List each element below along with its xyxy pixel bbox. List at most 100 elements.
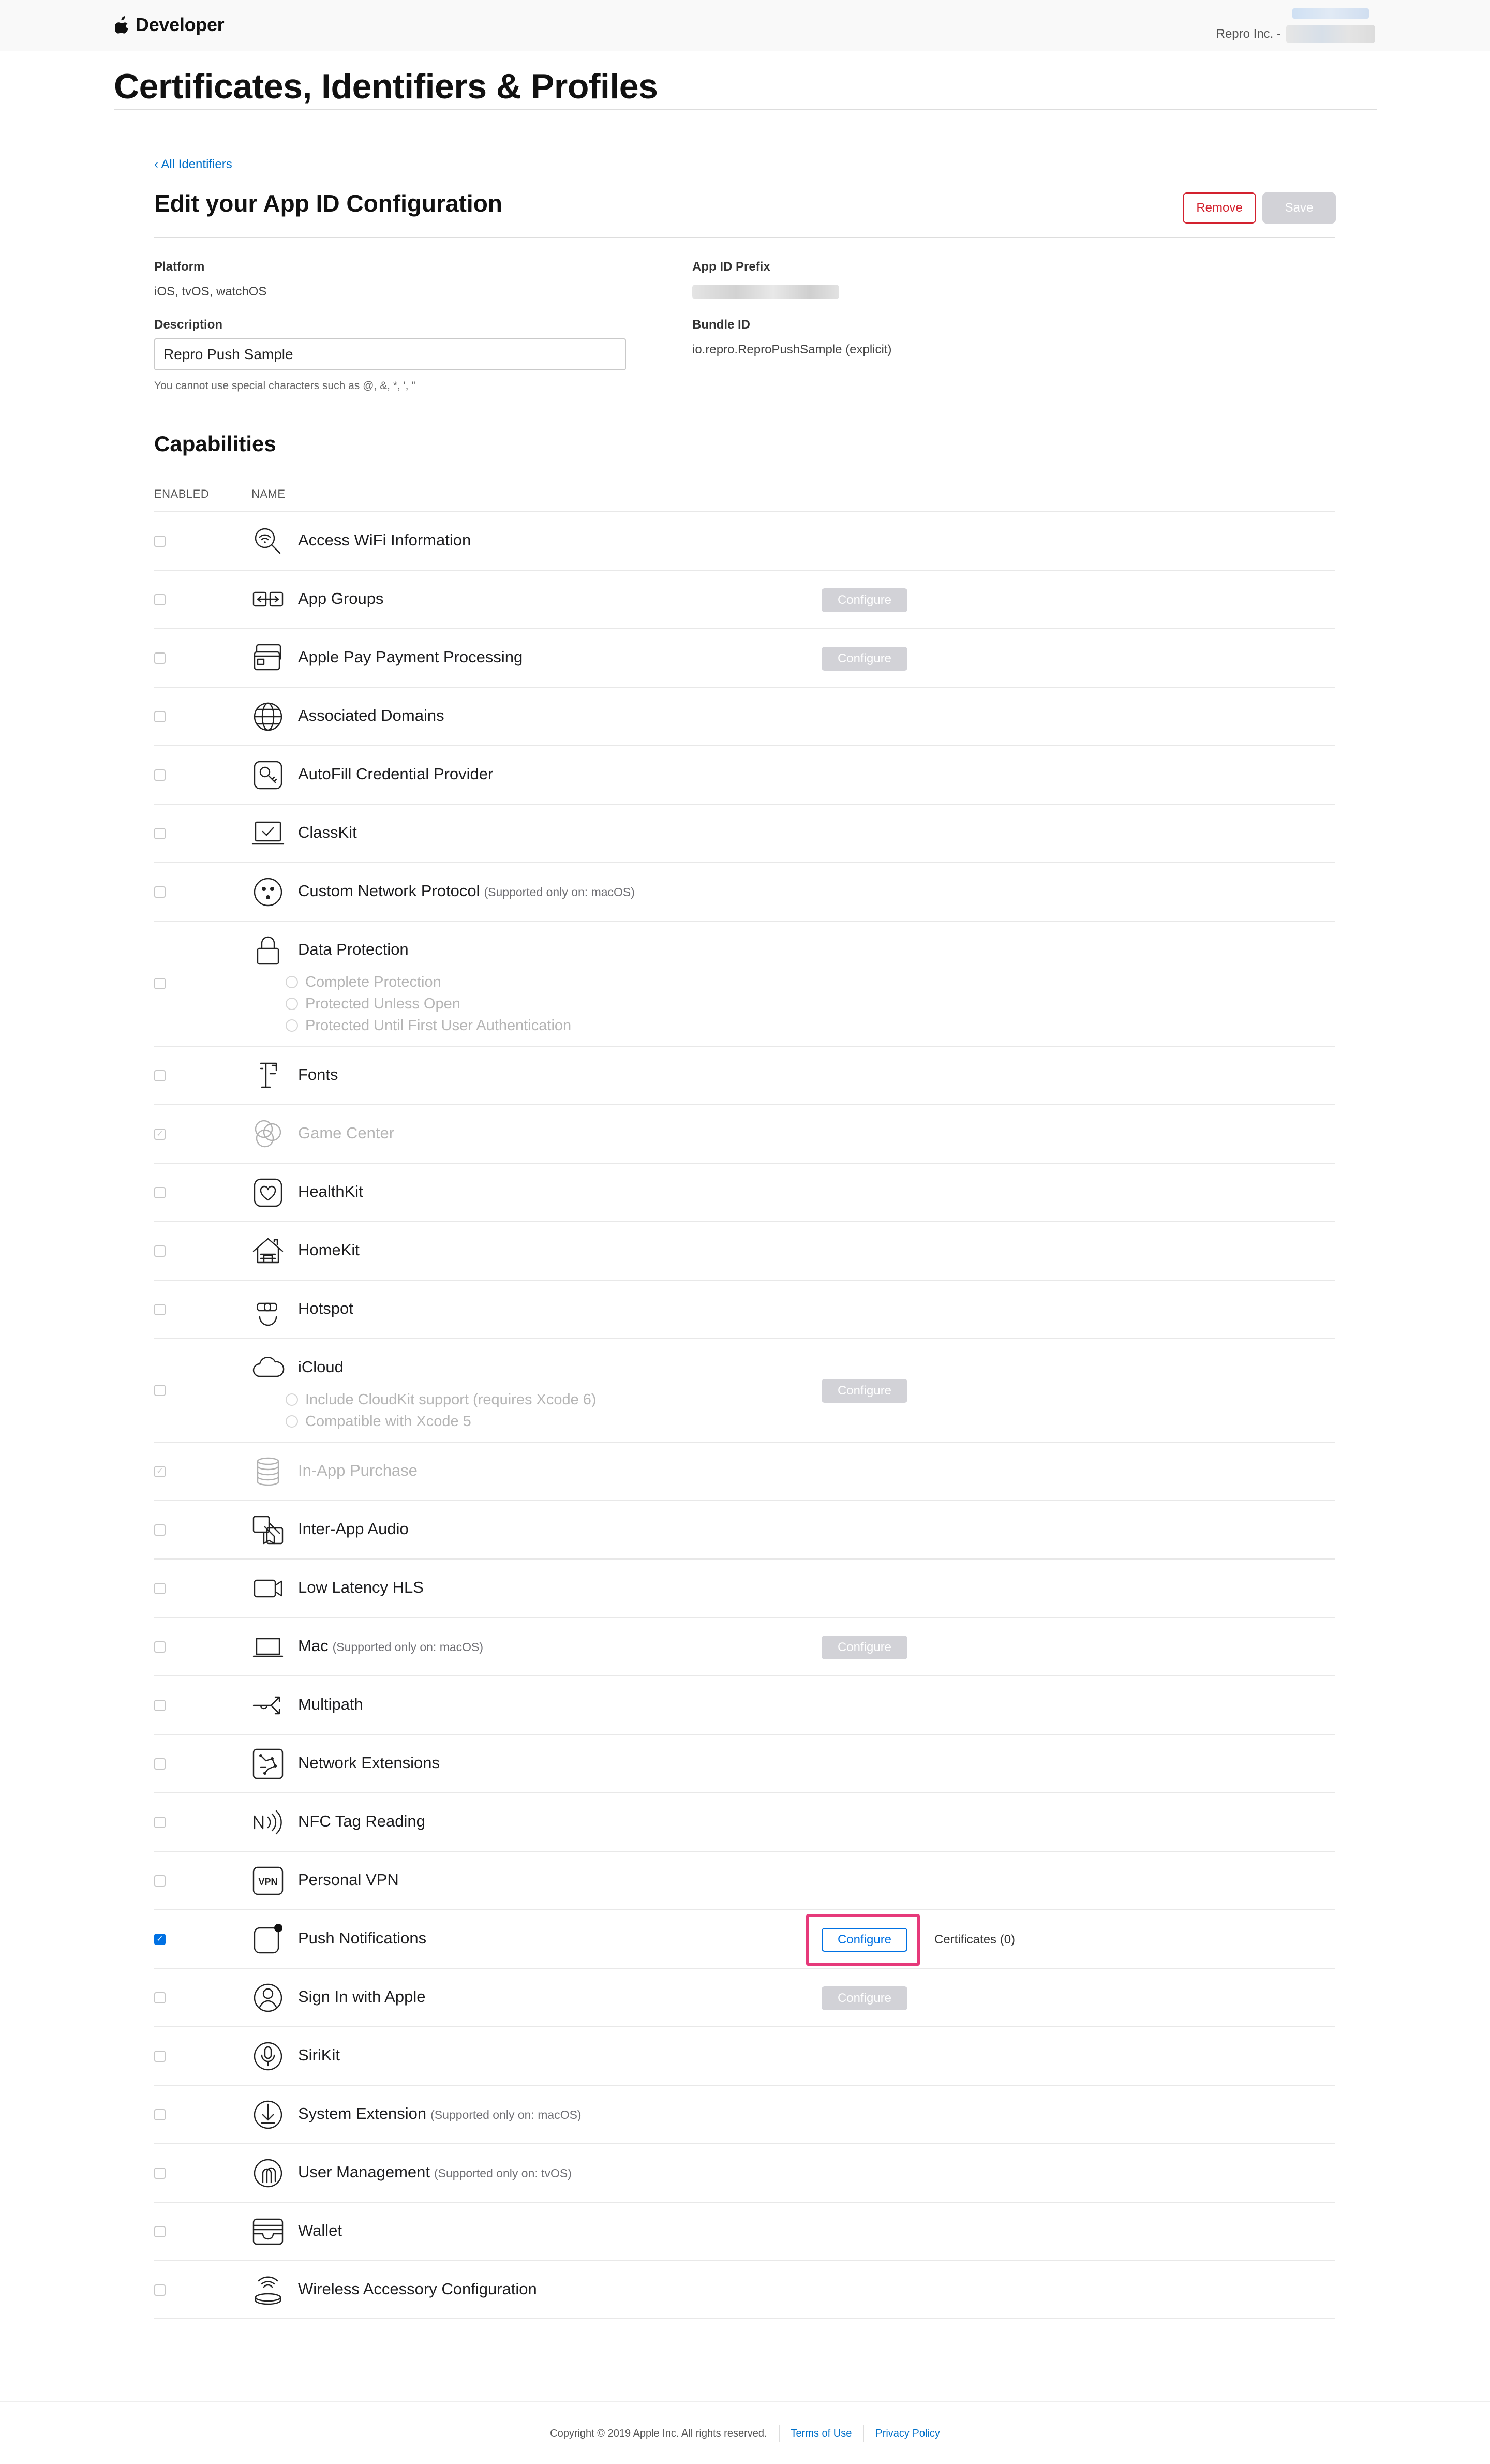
capability-name: Inter-App Audio xyxy=(298,1520,409,1538)
capability-row: Fonts xyxy=(154,1046,1335,1104)
capability-name: Access WiFi Information xyxy=(298,531,471,550)
capability-label: ClassKit xyxy=(298,823,357,841)
capability-enabled-checkbox[interactable] xyxy=(154,978,166,989)
redacted-user xyxy=(1292,8,1369,19)
capability-row: HealthKit xyxy=(154,1163,1335,1221)
capability-row: VPN Personal VPN xyxy=(154,1851,1335,1909)
capability-enabled-checkbox[interactable] xyxy=(154,652,166,664)
capability-enabled-checkbox[interactable] xyxy=(154,536,166,547)
capability-label: Push Notifications xyxy=(298,1929,427,1947)
vpn-icon: VPN xyxy=(250,1863,286,1898)
back-link-label: All Identifiers xyxy=(161,157,232,171)
capability-enabled-checkbox[interactable] xyxy=(154,1187,166,1198)
lock-icon xyxy=(250,933,286,968)
option-label: Compatible with Xcode 5 xyxy=(305,1413,471,1430)
capability-enabled-checkbox[interactable] xyxy=(154,2109,166,2120)
capability-enabled-checkbox[interactable] xyxy=(154,2168,166,2179)
capability-name: Wallet xyxy=(298,2221,342,2240)
capability-name: SiriKit xyxy=(298,2046,340,2065)
remove-button[interactable]: Remove xyxy=(1183,192,1256,224)
bundle-id-label: Bundle ID xyxy=(692,318,750,332)
save-button[interactable]: Save xyxy=(1262,192,1336,224)
capability-enabled-checkbox[interactable] xyxy=(154,1070,166,1081)
name-column-header: NAME xyxy=(251,487,286,500)
capability-enabled-checkbox[interactable]: ✓ xyxy=(154,1934,166,1945)
description-label: Description xyxy=(154,318,223,332)
capability-enabled-checkbox[interactable] xyxy=(154,1304,166,1315)
capability-enabled-checkbox[interactable] xyxy=(154,2284,166,2296)
capability-enabled-checkbox[interactable] xyxy=(154,1641,166,1653)
capability-enabled-checkbox[interactable] xyxy=(154,711,166,722)
capability-row: Inter-App Audio xyxy=(154,1500,1335,1558)
capability-enabled-checkbox[interactable] xyxy=(154,828,166,839)
capability-enabled-checkbox[interactable] xyxy=(154,1524,166,1536)
all-identifiers-link[interactable]: ‹ All Identifiers xyxy=(154,157,232,172)
capability-enabled-checkbox[interactable] xyxy=(154,1583,166,1594)
capability-row: iCloud Include CloudKit support (requires… xyxy=(154,1338,1335,1442)
capability-row: Access WiFi Information xyxy=(154,511,1335,570)
capability-name: iCloud xyxy=(298,1358,344,1376)
capability-name: Associated Domains xyxy=(298,706,444,725)
capability-name: Mac (Supported only on: macOS) xyxy=(298,1637,483,1655)
capability-name: NFC Tag Reading xyxy=(298,1812,425,1831)
capability-row: ✓ In-App Purchase xyxy=(154,1442,1335,1500)
capability-name: User Management (Supported only on: tvOS) xyxy=(298,2163,572,2181)
capability-row: HomeKit xyxy=(154,1221,1335,1280)
platform-support-note: (Supported only on: tvOS) xyxy=(434,2166,572,2180)
capability-row: Wallet xyxy=(154,2202,1335,2260)
capability-row: Mac (Supported only on: macOS) Configure xyxy=(154,1617,1335,1675)
capability-enabled-checkbox[interactable] xyxy=(154,1758,166,1770)
capability-row: ✓ Push Notifications Configure Certificates… xyxy=(154,1909,1335,1968)
capability-name: HealthKit xyxy=(298,1182,363,1201)
capability-label: Data Protection xyxy=(298,940,409,958)
capability-name: Network Extensions xyxy=(298,1754,440,1772)
capability-label: In-App Purchase xyxy=(298,1461,418,1479)
footer-divider xyxy=(0,2401,1490,2402)
certificates-count[interactable]: Certificates (0) xyxy=(934,1933,1015,1947)
capability-enabled-checkbox[interactable] xyxy=(154,2051,166,2062)
developer-brand[interactable]: Developer xyxy=(114,12,225,37)
option-label: Complete Protection xyxy=(305,973,441,990)
capability-row: ClassKit xyxy=(154,804,1335,862)
capability-enabled-checkbox[interactable] xyxy=(154,1992,166,2003)
capability-enabled-checkbox[interactable] xyxy=(154,1245,166,1257)
capability-enabled-checkbox[interactable] xyxy=(154,769,166,781)
section-divider xyxy=(154,237,1335,238)
capability-enabled-checkbox[interactable] xyxy=(154,1875,166,1887)
capability-label: Wireless Accessory Configuration xyxy=(298,2280,537,2298)
capability-enabled-checkbox[interactable] xyxy=(154,1385,166,1396)
capability-enabled-checkbox[interactable] xyxy=(154,2226,166,2237)
global-nav: Developer Repro Inc. - xyxy=(0,0,1490,51)
account-menu[interactable]: Repro Inc. - xyxy=(1216,8,1375,49)
capability-name: Sign In with Apple xyxy=(298,1987,425,2006)
capability-name: Personal VPN xyxy=(298,1871,399,1889)
capability-option: Protected Until First User Authenticatio… xyxy=(286,1015,571,1036)
capability-enabled-checkbox[interactable] xyxy=(154,594,166,605)
capability-option: Compatible with Xcode 5 xyxy=(286,1411,597,1432)
capability-label: App Groups xyxy=(298,589,384,607)
option-radio xyxy=(286,1019,298,1032)
capability-name: Multipath xyxy=(298,1695,363,1714)
capability-row: Wireless Accessory Configuration xyxy=(154,2260,1335,2319)
capability-name: Push Notifications xyxy=(298,1929,426,1948)
capability-label: Fonts xyxy=(298,1065,338,1083)
terms-of-use-link[interactable]: Terms of Use xyxy=(791,2428,852,2440)
nfc-icon xyxy=(250,1805,286,1840)
capability-enabled-checkbox[interactable] xyxy=(154,1817,166,1828)
multipath-icon xyxy=(250,1688,286,1723)
capability-label: Mac xyxy=(298,1637,329,1655)
option-label: Protected Unless Open xyxy=(305,995,460,1012)
capability-enabled-checkbox[interactable] xyxy=(154,1700,166,1711)
app-id-prefix-label: App ID Prefix xyxy=(692,260,770,274)
network-protocol-icon xyxy=(250,874,286,910)
platform-label: Platform xyxy=(154,260,205,274)
description-input[interactable] xyxy=(154,338,626,370)
capability-enabled-checkbox[interactable] xyxy=(154,886,166,898)
capability-name: Low Latency HLS xyxy=(298,1578,424,1597)
capability-row: Associated Domains xyxy=(154,687,1335,745)
copyright-text: Copyright © 2019 Apple Inc. All rights r… xyxy=(550,2427,767,2439)
capability-name: Wireless Accessory Configuration xyxy=(298,2280,537,2298)
privacy-policy-link[interactable]: Privacy Policy xyxy=(875,2428,940,2440)
apple-pay-icon xyxy=(250,641,286,676)
configure-button: Configure xyxy=(822,647,907,671)
